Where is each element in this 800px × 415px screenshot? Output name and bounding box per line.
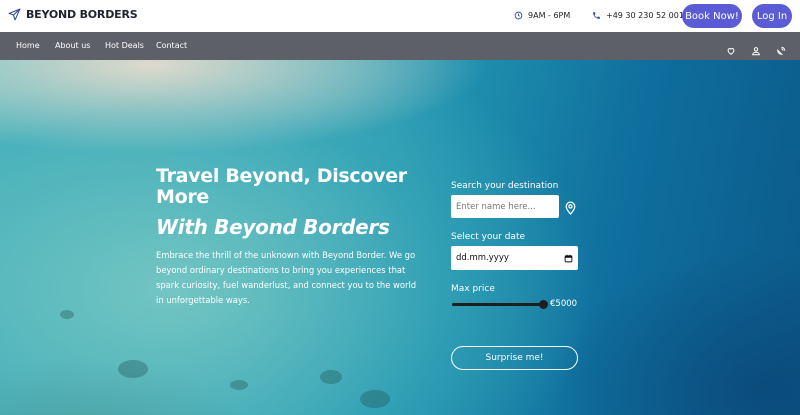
calendar-icon[interactable]	[564, 254, 573, 263]
paper-plane-icon	[8, 8, 21, 21]
heart-icon[interactable]	[726, 41, 736, 55]
hero-section: Travel Beyond, Discover More With Beyond…	[0, 60, 800, 415]
user-icon[interactable]	[751, 41, 761, 56]
clock-icon	[514, 11, 523, 20]
hero-title: Travel Beyond, Discover More	[156, 165, 407, 208]
max-price-label: Max price	[451, 284, 495, 294]
price-slider-thumb[interactable]	[539, 300, 548, 309]
nav-item-hot-deals[interactable]: Hot Deals	[105, 41, 144, 50]
date-value: dd.mm.yyyy	[456, 253, 509, 263]
satellite-dish-icon[interactable]	[776, 41, 786, 55]
hero-subtitle: With Beyond Borders	[156, 215, 390, 239]
phone-text: +49 30 230 52 001	[606, 11, 684, 20]
brand-name: BEYOND BORDERS	[26, 8, 138, 21]
date-input[interactable]: dd.mm.yyyy	[451, 246, 578, 270]
log-in-button[interactable]: Log In	[752, 4, 792, 28]
hero-description: Embrace the thrill of the unknown with B…	[156, 250, 417, 305]
nav-item-contact[interactable]: Contact	[156, 41, 187, 50]
phone-number[interactable]: +49 30 230 52 001	[592, 11, 684, 20]
brand-logo[interactable]: BEYOND BORDERS	[8, 8, 138, 21]
price-value: €5000	[550, 299, 578, 309]
surprise-me-button[interactable]: Surprise me!	[451, 346, 578, 370]
nav-bar: Home About us Hot Deals Contact	[0, 32, 800, 60]
opening-hours: 9AM - 6PM	[514, 11, 570, 20]
top-bar: BEYOND BORDERS 9AM - 6PM +49 30 230 52 0…	[0, 0, 800, 32]
destination-label: Search your destination	[451, 181, 559, 191]
price-slider-track[interactable]	[452, 303, 545, 306]
date-label: Select your date	[451, 232, 526, 242]
phone-icon	[593, 12, 600, 19]
book-now-button[interactable]: Book Now!	[682, 4, 742, 28]
destination-input[interactable]	[451, 195, 559, 218]
hours-text: 9AM - 6PM	[528, 11, 571, 20]
nav-item-home[interactable]: Home	[16, 41, 40, 50]
map-pin-icon[interactable]	[564, 200, 577, 215]
nav-item-about-us[interactable]: About us	[55, 41, 90, 50]
